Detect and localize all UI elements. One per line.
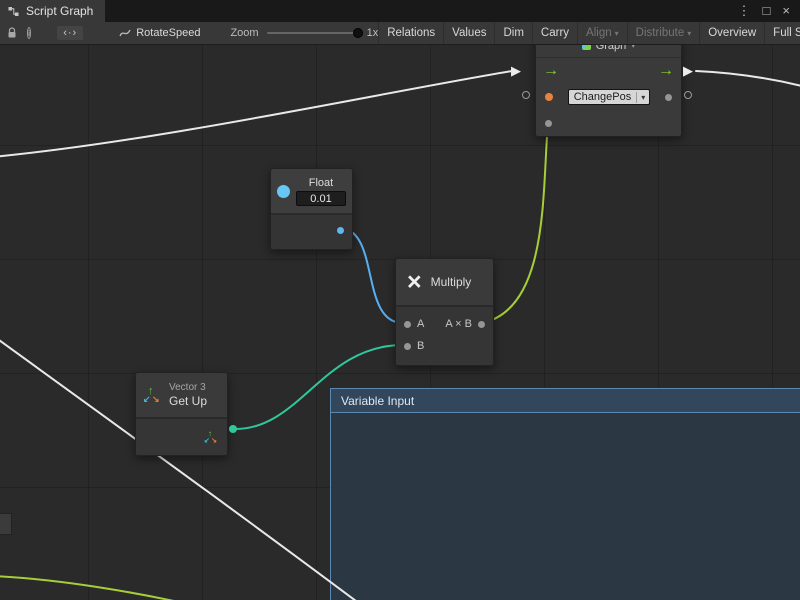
wire-flow-out xyxy=(696,71,800,87)
info-icon[interactable]: i xyxy=(27,27,31,39)
button-label: Values xyxy=(452,27,486,39)
window-controls: ⋮ □ × xyxy=(732,0,800,22)
port-a-label: A xyxy=(417,318,424,330)
flow-out-port[interactable]: → xyxy=(658,63,674,79)
left-connection-ring[interactable] xyxy=(522,91,530,99)
kebab-menu-icon[interactable]: ⋮ xyxy=(732,0,757,22)
script-graph-icon xyxy=(7,5,20,18)
changepos-dropdown[interactable]: ChangePos ▾ xyxy=(568,89,651,105)
toolbar-button-fullscreen[interactable]: Full Screen xyxy=(764,22,800,44)
vector-type-label: Vector 3 xyxy=(169,382,207,393)
event-node-title: Graph xyxy=(596,45,627,52)
float-value-input[interactable]: 0.01 xyxy=(296,191,346,206)
arrow-down-right-icon: ↘ xyxy=(152,395,160,404)
toolbar-button-dim[interactable]: Dim xyxy=(494,22,531,44)
offscreen-node[interactable] xyxy=(0,513,12,535)
port-a[interactable] xyxy=(404,321,411,328)
toolbar-button-relations[interactable]: Relations xyxy=(378,22,443,44)
port-row: B xyxy=(396,335,493,357)
port-result[interactable] xyxy=(478,321,485,328)
event-node[interactable]: Graph ▾ → → ChangePos ▾ xyxy=(535,45,682,137)
multiply-node[interactable]: × Multiply A A × B B xyxy=(395,258,494,366)
graph-toolbar: i ‹·› RotateSpeed Zoom 1x Relations Valu… xyxy=(0,22,800,45)
maximize-icon[interactable]: □ xyxy=(757,0,777,22)
chevron-down-icon: ▾ xyxy=(631,45,635,50)
toolbar-button-overview[interactable]: Overview xyxy=(699,22,764,44)
button-label: Carry xyxy=(541,27,569,39)
getup-node[interactable]: ↑ ↙ ↘ Vector 3 Get Up ↑ ↙ ↘ xyxy=(135,372,228,456)
changepos-dropdown-value: ChangePos xyxy=(569,90,637,104)
float-icon xyxy=(277,185,290,198)
getup-node-body: ↑ ↙ ↘ xyxy=(136,417,227,455)
graph-canvas[interactable]: Variable Input Graph ▾ → → ChangePos ▾ xyxy=(0,45,800,600)
close-icon[interactable]: × xyxy=(776,0,796,22)
getup-node-title: Get Up xyxy=(169,394,207,408)
wire-green-bottom xyxy=(0,576,210,600)
chevron-down-icon: ▾ xyxy=(615,29,619,38)
lock-icon[interactable] xyxy=(7,27,17,39)
graph-icon xyxy=(582,45,591,50)
arrow-down-left-icon: ↙ xyxy=(204,437,210,444)
wire-getup-to-multiply xyxy=(233,345,403,429)
float-node-body xyxy=(271,213,352,249)
result-input-port[interactable] xyxy=(545,120,552,127)
toolbar-buttons: Relations Values Dim Carry Align▾ Distri… xyxy=(378,22,800,44)
port-row: A A × B xyxy=(396,313,493,335)
graph-breadcrumb[interactable]: RotateSpeed xyxy=(119,27,200,39)
float-node-title: Float xyxy=(296,177,346,189)
vector3-icon: ↑ ↙ ↘ xyxy=(144,387,161,404)
zoom-control: Zoom 1x xyxy=(230,27,378,39)
button-label: Full Screen xyxy=(773,27,800,39)
chevron-down-icon: ▾ xyxy=(687,29,691,38)
toolbar-button-distribute[interactable]: Distribute▾ xyxy=(627,22,700,44)
button-label: Overview xyxy=(708,27,756,39)
title-bar: Script Graph ⋮ □ × xyxy=(0,0,800,22)
port-b-label: B xyxy=(417,340,424,352)
getup-output-port[interactable] xyxy=(229,425,237,433)
getup-node-titles: Vector 3 Get Up xyxy=(169,382,207,408)
vector3-output-icon: ↑ ↙ ↘ xyxy=(205,431,219,445)
toolbar-button-carry[interactable]: Carry xyxy=(532,22,577,44)
script-icon xyxy=(119,27,131,39)
float-node[interactable]: Float 0.01 xyxy=(270,168,353,250)
code-preview-toggle[interactable]: ‹·› xyxy=(57,26,83,40)
wire-arrow-in-icon: ▶ xyxy=(511,64,521,77)
wire-arrow-out-icon: ▶ xyxy=(683,64,693,77)
float-node-fields: Float 0.01 xyxy=(296,177,346,206)
zoom-value: 1x xyxy=(367,27,379,39)
zoom-label: Zoom xyxy=(230,27,258,39)
port-dot[interactable] xyxy=(665,94,672,101)
flow-port-row: → → xyxy=(536,58,681,84)
zoom-slider-knob[interactable] xyxy=(353,28,363,38)
right-connection-ring[interactable] xyxy=(684,91,692,99)
multiply-node-title: Multiply xyxy=(431,275,472,289)
toolbar-button-align[interactable]: Align▾ xyxy=(577,22,627,44)
wire-flow-in xyxy=(0,71,512,157)
button-label: Relations xyxy=(387,27,435,39)
value-port-row: ChangePos ▾ xyxy=(536,84,681,110)
zoom-slider[interactable] xyxy=(267,32,359,34)
tab-title: Script Graph xyxy=(26,4,93,18)
button-label: Distribute xyxy=(636,27,685,39)
multiply-icon: × xyxy=(407,270,422,295)
multiply-node-header[interactable]: × Multiply xyxy=(396,259,493,307)
multiply-node-body: A A × B B xyxy=(396,307,493,365)
port-result-label: A × B xyxy=(445,318,472,330)
bottom-port-row xyxy=(536,110,681,136)
event-node-header[interactable]: Graph ▾ xyxy=(536,45,681,58)
chevron-down-icon: ▾ xyxy=(636,92,649,103)
float-node-header[interactable]: Float 0.01 xyxy=(271,169,352,213)
arrow-down-right-icon: ↘ xyxy=(211,437,217,444)
value-input-port[interactable] xyxy=(545,93,553,101)
float-output-port[interactable] xyxy=(337,227,344,234)
arrow-down-left-icon: ↙ xyxy=(143,395,151,404)
button-label: Align xyxy=(586,27,612,39)
button-label: Dim xyxy=(503,27,523,39)
port-b[interactable] xyxy=(404,343,411,350)
toolbar-button-values[interactable]: Values xyxy=(443,22,494,44)
graph-name: RotateSpeed xyxy=(136,27,200,39)
tab-script-graph[interactable]: Script Graph xyxy=(0,0,105,22)
getup-node-header[interactable]: ↑ ↙ ↘ Vector 3 Get Up xyxy=(136,373,227,417)
flow-in-port[interactable]: → xyxy=(543,63,559,79)
